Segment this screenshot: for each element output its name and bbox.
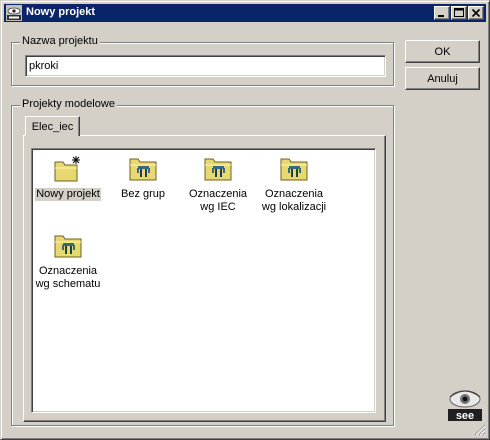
tab-elec-iec[interactable]: Elec_iec (25, 116, 80, 136)
list-item-label: Bez grup (120, 188, 166, 200)
template-folder-icon (278, 153, 310, 185)
list-item-label: Oznaczenia wg lokalizacji (261, 188, 327, 213)
title-bar[interactable]: Nowy projekt (4, 4, 486, 22)
list-item-bez-grup[interactable]: Bez grup (106, 153, 180, 201)
template-folder-icon (52, 230, 84, 262)
project-name-group-label: Nazwa projektu (20, 35, 100, 47)
close-button[interactable] (468, 6, 484, 20)
list-item-label: Oznaczenia wg IEC (188, 188, 248, 213)
window-title: Nowy projekt (26, 6, 96, 18)
template-folder-icon (127, 153, 159, 185)
model-projects-group-label: Projekty modelowe (20, 98, 117, 110)
ok-button[interactable]: OK (405, 40, 480, 63)
maximize-button[interactable] (451, 6, 467, 20)
list-item-oznaczenia-wg-schematu[interactable]: Oznaczenia wg schematu (31, 230, 105, 291)
list-item-new-project[interactable]: Nowy projekt (31, 153, 105, 201)
project-name-input[interactable] (25, 55, 386, 77)
close-icon (471, 8, 481, 18)
list-item-label: Nowy projekt (35, 188, 101, 201)
template-folder-icon (202, 153, 234, 185)
minimize-icon (438, 15, 444, 17)
list-item-oznaczenia-wg-lokalizacji[interactable]: Oznaczenia wg lokalizacji (257, 153, 331, 214)
see-logo-text: see (456, 410, 474, 422)
cancel-button[interactable]: Anuluj (405, 67, 480, 90)
maximize-icon (454, 8, 464, 17)
minimize-button[interactable] (434, 6, 450, 20)
list-item-label: Oznaczenia wg schematu (35, 265, 101, 290)
list-item-oznaczenia-wg-iec[interactable]: Oznaczenia wg IEC (181, 153, 255, 214)
see-logo: see (448, 390, 482, 422)
dialog-window: Nowy projekt Nazwa projektu OK Anuluj Pr… (0, 0, 490, 440)
tab-label: Elec_iec (31, 120, 74, 133)
resize-grip-icon[interactable] (474, 424, 486, 436)
see-logo-icon (6, 5, 22, 21)
new-folder-icon (52, 153, 84, 185)
